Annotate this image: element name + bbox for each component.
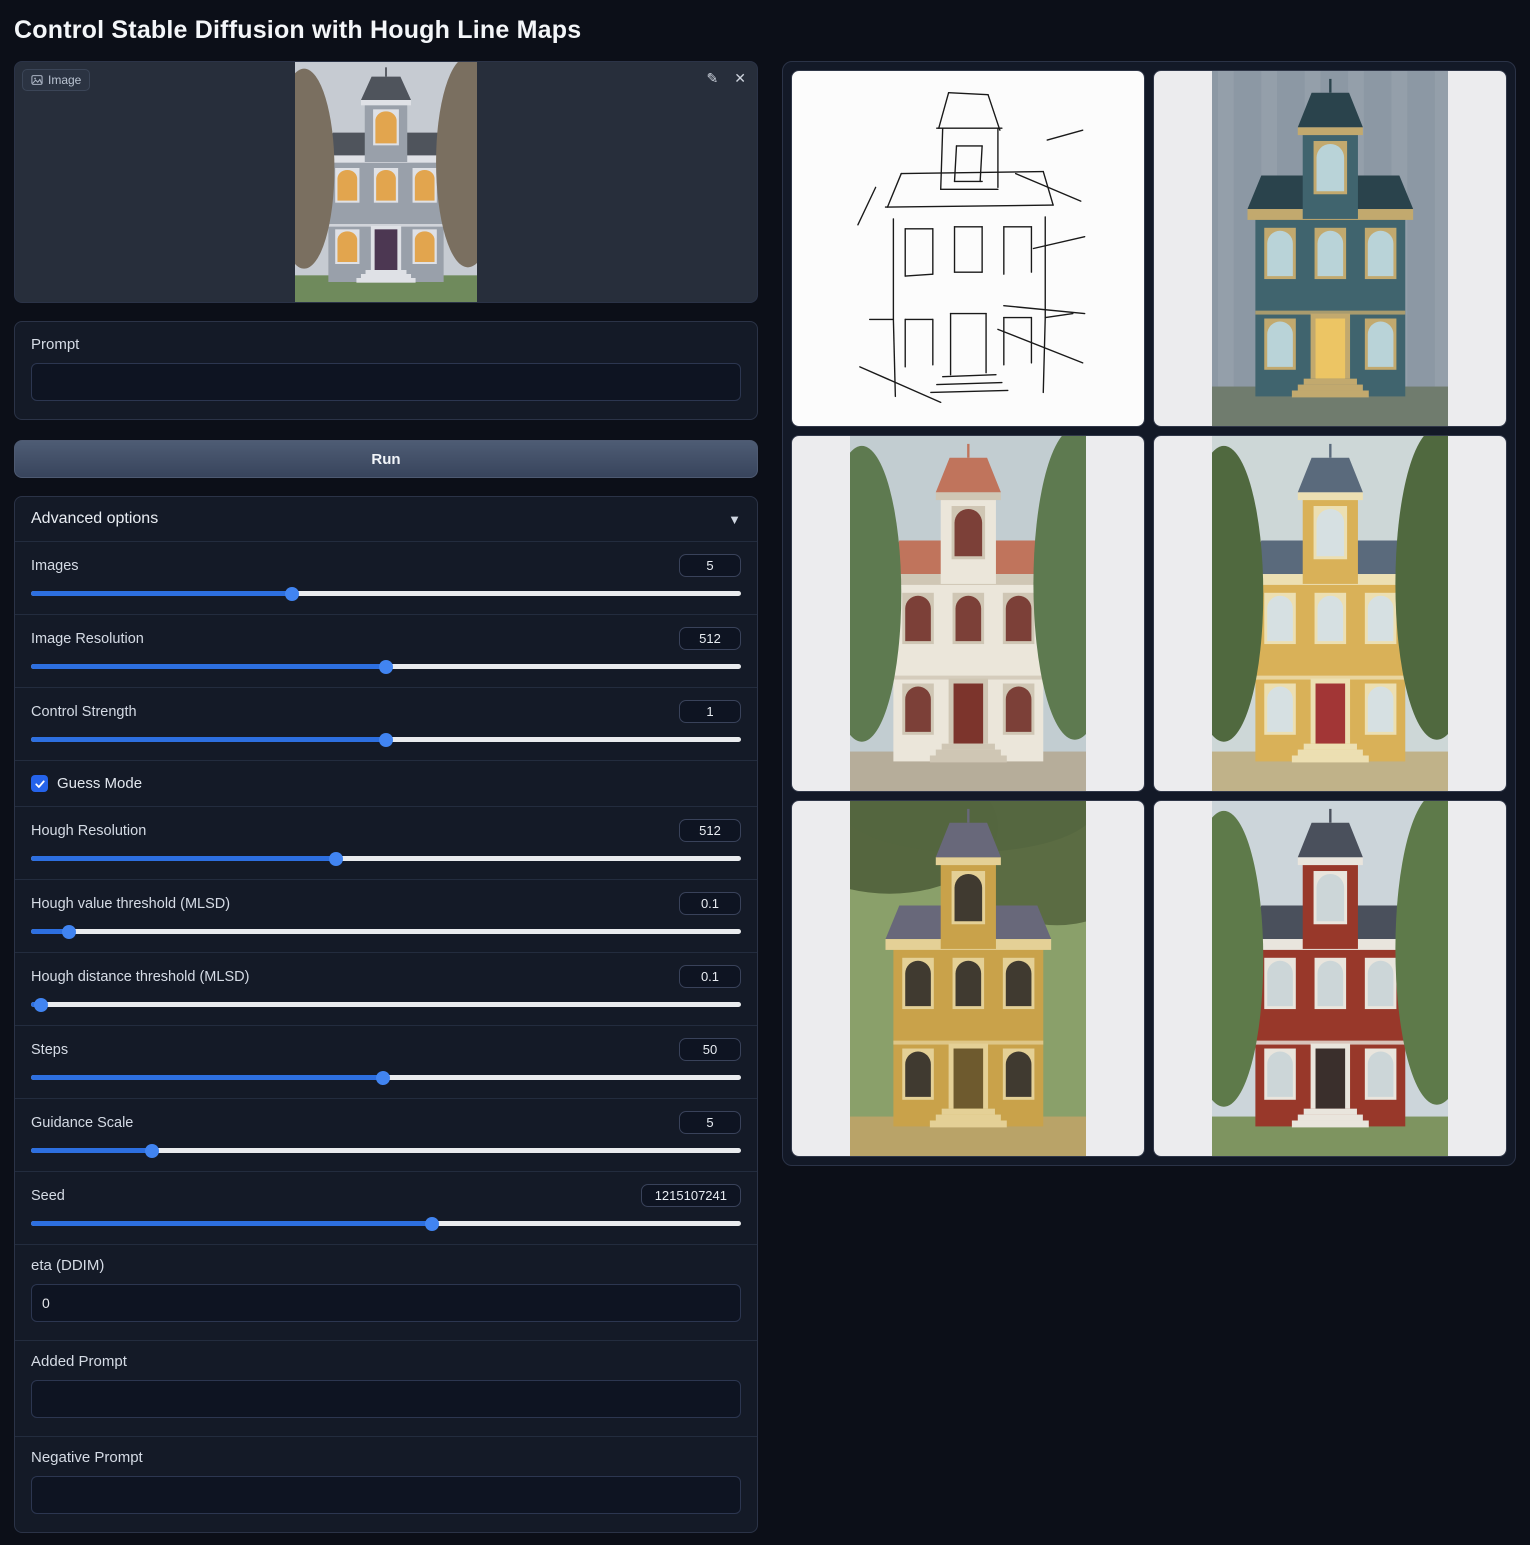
chevron-down-icon: ▼ (728, 512, 741, 527)
slider-hough-resolution-track[interactable] (31, 856, 741, 861)
sliders-group-bottom: Hough Resolution 512 Hough value thresho… (15, 806, 757, 1244)
slider-hough-distance-threshold-track[interactable] (31, 1002, 741, 1007)
hough-map-image (850, 71, 1087, 426)
result-red-victorian-image (1212, 801, 1449, 1156)
eta-field: eta (DDIM) (15, 1244, 757, 1340)
slider-hough-resolution-value[interactable]: 512 (679, 819, 741, 842)
slider-seed: Seed 1215107241 (15, 1171, 757, 1244)
prompt-panel: Prompt (14, 321, 758, 420)
gallery-item-result-teal-victorian[interactable] (1153, 70, 1507, 427)
slider-seed-handle[interactable] (425, 1217, 439, 1231)
gallery-item-result-yellow-victorian[interactable] (1153, 435, 1507, 792)
result-white-victorian-image (850, 436, 1087, 791)
slider-steps-value[interactable]: 50 (679, 1038, 741, 1061)
gallery-column (782, 61, 1516, 1166)
advanced-options-accordion[interactable]: Advanced options ▼ (15, 497, 757, 541)
guess-mode-label: Guess Mode (57, 775, 142, 792)
slider-hough-resolution-label: Hough Resolution (31, 823, 146, 839)
slider-guidance-scale-track[interactable] (31, 1148, 741, 1153)
slider-hough-distance-threshold-value[interactable]: 0.1 (679, 965, 741, 988)
slider-hough-distance-threshold: Hough distance threshold (MLSD) 0.1 (15, 952, 757, 1025)
clear-image-button[interactable]: ✕ (732, 69, 748, 87)
prompt-label: Prompt (31, 336, 741, 353)
slider-hough-distance-threshold-handle[interactable] (34, 998, 48, 1012)
slider-control-strength-handle[interactable] (379, 733, 393, 747)
page-title: Control Stable Diffusion with Hough Line… (14, 16, 1516, 45)
slider-seed-track[interactable] (31, 1221, 741, 1226)
checkbox-checked-icon (31, 775, 48, 792)
slider-seed-value[interactable]: 1215107241 (641, 1184, 741, 1207)
added-prompt-field: Added Prompt (15, 1340, 757, 1436)
slider-control-strength-label: Control Strength (31, 704, 137, 720)
slider-image-resolution-label: Image Resolution (31, 631, 144, 647)
image-component-label: Image (22, 69, 90, 91)
gallery-item-hough-line-map[interactable] (791, 70, 1145, 427)
negative-prompt-label: Negative Prompt (31, 1449, 741, 1466)
slider-hough-value-threshold-track[interactable] (31, 929, 741, 934)
slider-hough-resolution: Hough Resolution 512 (15, 806, 757, 879)
result-yellow-victorian-image (1212, 436, 1449, 791)
gallery-item-result-gold-victorian[interactable] (791, 800, 1145, 1157)
run-button[interactable]: Run (14, 440, 758, 478)
slider-image-resolution-handle[interactable] (379, 660, 393, 674)
slider-control-strength: Control Strength 1 (15, 687, 757, 760)
slider-guidance-scale-value[interactable]: 5 (679, 1111, 741, 1134)
slider-hough-value-threshold-label: Hough value threshold (MLSD) (31, 896, 230, 912)
slider-control-strength-value[interactable]: 1 (679, 700, 741, 723)
sliders-group-top: Images 5 Image Resolution 512 Control St… (15, 541, 757, 760)
slider-hough-resolution-handle[interactable] (329, 852, 343, 866)
image-icon (31, 74, 43, 86)
slider-steps: Steps 50 (15, 1025, 757, 1098)
slider-steps-label: Steps (31, 1042, 68, 1058)
slider-hough-value-threshold-handle[interactable] (62, 925, 76, 939)
slider-images-track[interactable] (31, 591, 741, 596)
input-image-panel: Image ✎ ✕ (14, 61, 758, 303)
slider-control-strength-track[interactable] (31, 737, 741, 742)
advanced-options-label: Advanced options (31, 510, 158, 528)
app-root: Control Stable Diffusion with Hough Line… (0, 0, 1530, 1545)
guess-mode-checkbox[interactable]: Guess Mode (15, 760, 757, 806)
added-prompt-input[interactable] (31, 1380, 741, 1418)
slider-images-label: Images (31, 558, 79, 574)
slider-images: Images 5 (15, 541, 757, 614)
negative-prompt-input[interactable] (31, 1476, 741, 1514)
slider-guidance-scale: Guidance Scale 5 (15, 1098, 757, 1171)
slider-steps-handle[interactable] (376, 1071, 390, 1085)
slider-seed-label: Seed (31, 1188, 65, 1204)
slider-steps-track[interactable] (31, 1075, 741, 1080)
image-label-text: Image (48, 73, 81, 87)
gallery-item-result-white-victorian[interactable] (791, 435, 1145, 792)
prompt-input[interactable] (31, 363, 741, 401)
slider-image-resolution-value[interactable]: 512 (679, 627, 741, 650)
advanced-options-panel: Advanced options ▼ Images 5 Image Resolu… (14, 496, 758, 1533)
input-image[interactable] (15, 62, 757, 302)
slider-images-handle[interactable] (285, 587, 299, 601)
edit-image-button[interactable]: ✎ (705, 69, 721, 87)
slider-guidance-scale-label: Guidance Scale (31, 1115, 133, 1131)
result-gold-victorian-image (850, 801, 1087, 1156)
controls-column: Image ✎ ✕ Prompt Run Advanced options ▼ (14, 61, 758, 1533)
negative-prompt-field: Negative Prompt (15, 1436, 757, 1532)
eta-input[interactable] (31, 1284, 741, 1322)
slider-guidance-scale-handle[interactable] (145, 1144, 159, 1158)
slider-image-resolution: Image Resolution 512 (15, 614, 757, 687)
input-house-photo (295, 62, 477, 302)
slider-hough-value-threshold: Hough value threshold (MLSD) 0.1 (15, 879, 757, 952)
output-gallery (782, 61, 1516, 1166)
eta-label: eta (DDIM) (31, 1257, 741, 1274)
slider-hough-distance-threshold-label: Hough distance threshold (MLSD) (31, 969, 249, 985)
slider-hough-value-threshold-value[interactable]: 0.1 (679, 892, 741, 915)
added-prompt-label: Added Prompt (31, 1353, 741, 1370)
result-teal-victorian-image (1212, 71, 1449, 426)
slider-images-value[interactable]: 5 (679, 554, 741, 577)
slider-image-resolution-track[interactable] (31, 664, 741, 669)
gallery-item-result-red-victorian[interactable] (1153, 800, 1507, 1157)
